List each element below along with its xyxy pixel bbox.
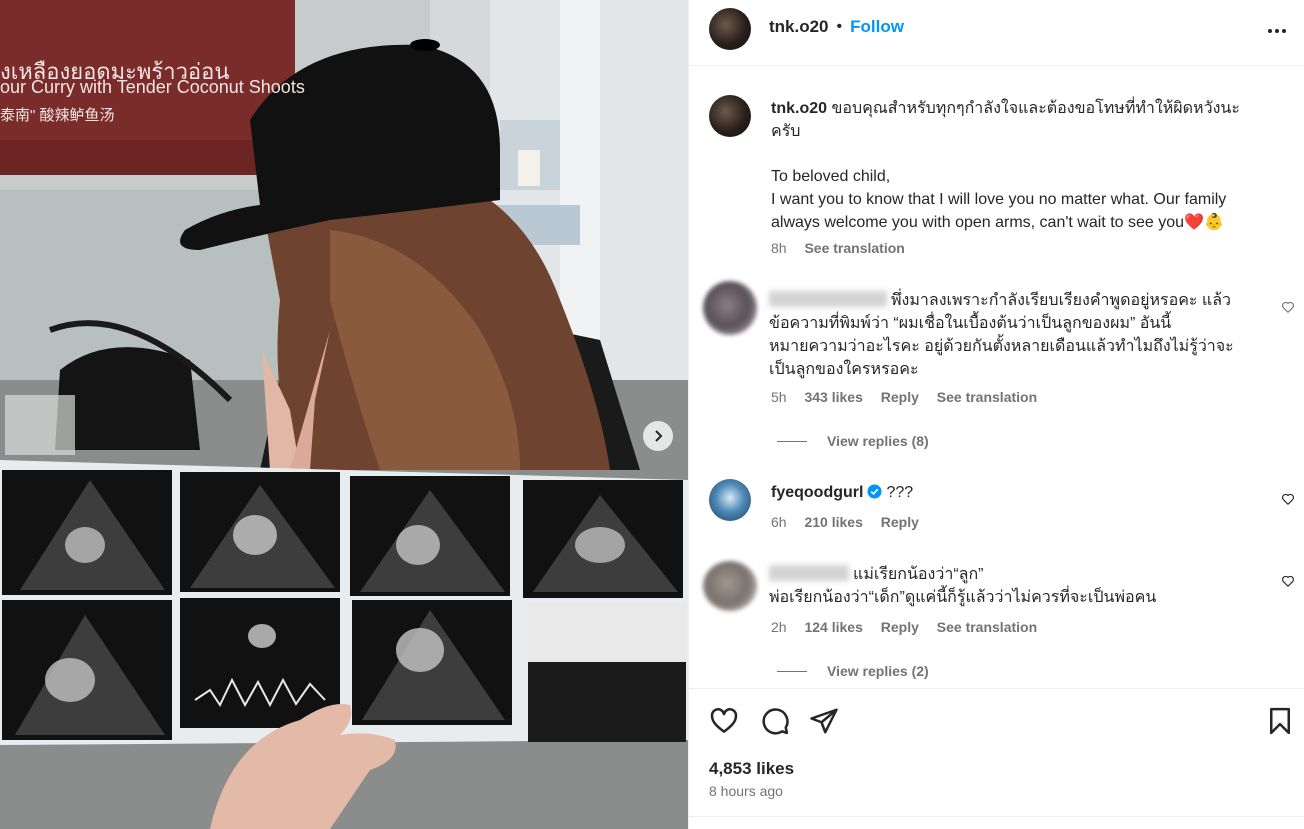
- comment1-text: พึ่งมาลงเพราะกำลังเรียบเรียงคำพูดอยู่หรอ…: [769, 289, 1269, 381]
- comment3-meta: 2h 124 likes Reply See translation: [771, 619, 1051, 635]
- comment2-body: ???: [886, 484, 914, 501]
- comment3-view-replies[interactable]: View replies (2): [777, 663, 929, 679]
- comment3-avatar[interactable]: [703, 561, 757, 611]
- sign-chinese-text: 泰南" 酸辣鲈鱼汤: [0, 107, 115, 124]
- caption-en-line1: To beloved child,: [771, 168, 891, 185]
- comment1-time: 5h: [771, 389, 787, 405]
- comment2-heart-icon[interactable]: [1281, 492, 1295, 506]
- comment3-line1: แม่เรียกน้องว่า“ลูก”: [853, 566, 984, 583]
- comment2-username[interactable]: fyeqoodgurl: [771, 484, 863, 501]
- comment2-time: 6h: [771, 514, 787, 530]
- comment1-view-replies[interactable]: View replies (8): [777, 433, 929, 449]
- follow-button[interactable]: Follow: [850, 17, 904, 37]
- replies-divider: [777, 440, 807, 442]
- post-time-ago[interactable]: 8 hours ago: [709, 783, 783, 799]
- comment1-view-replies-label: View replies (8): [827, 433, 929, 449]
- comment1-likes[interactable]: 343 likes: [804, 389, 862, 405]
- comment2-avatar[interactable]: [709, 479, 751, 521]
- share-icon[interactable]: [809, 706, 839, 736]
- comment1-line2: ข้อความที่พิมพ์ว่า “ผมเชื่อในเบื้องต้นว่…: [769, 315, 1172, 332]
- bookmark-icon[interactable]: [1265, 706, 1295, 736]
- heart-icon[interactable]: [709, 706, 739, 736]
- caption-en-line3: always welcome you with open arms, can't…: [771, 214, 1185, 231]
- comment2-reply-button[interactable]: Reply: [881, 514, 919, 530]
- comment1-avatar[interactable]: [703, 281, 757, 335]
- post-header: tnk.o20 • Follow: [689, 0, 1304, 66]
- caption: tnk.o20 ขอบคุณสำหรับทุกๆกำลังใจและต้องขอ…: [771, 97, 1291, 234]
- post-media[interactable]: งเหลืองยอดมะพร้าวอ่อน our Curry with Ten…: [0, 0, 688, 829]
- chevron-right-icon: [655, 430, 663, 442]
- post-actions: 4,853 likes 8 hours ago: [689, 688, 1304, 829]
- header-author-row: tnk.o20 • Follow: [769, 17, 904, 37]
- comment3-time: 2h: [771, 619, 787, 635]
- divider: [689, 816, 1304, 817]
- sign-english-text: our Curry with Tender Coconut Shoots: [0, 77, 305, 97]
- comment2-likes[interactable]: 210 likes: [804, 514, 862, 530]
- caption-avatar[interactable]: [709, 95, 751, 137]
- caption-thai-line1: ขอบคุณสำหรับทุกๆกำลังใจและต้องขอโทษที่ทำ…: [831, 100, 1240, 117]
- comment1-username-blurred[interactable]: [769, 291, 887, 307]
- comment3-see-translation[interactable]: See translation: [937, 619, 1037, 635]
- caption-time: 8h: [771, 240, 787, 256]
- comment3-line2: พ่อเรียกน้องว่า“เด็ก”ดูแค่นี้ก็รู้แล้วว่…: [769, 589, 1157, 606]
- comment1-see-translation[interactable]: See translation: [937, 389, 1037, 405]
- post-likes-count[interactable]: 4,853 likes: [709, 759, 794, 779]
- comment-icon[interactable]: [760, 706, 790, 736]
- post-side-panel: tnk.o20 • Follow tnk.o20 ขอบคุณสำหรับทุก…: [688, 0, 1304, 829]
- next-image-button[interactable]: [643, 421, 673, 451]
- comment1-line4: เป็นลูกของใครหรอคะ: [769, 361, 919, 378]
- caption-see-translation[interactable]: See translation: [804, 240, 904, 256]
- comment1-line3: หมายความว่าอะไรคะ อยู่ด้วยกันตั้งหลายเดื…: [769, 338, 1234, 355]
- comment1-line1: พึ่งมาลงเพราะกำลังเรียบเรียงคำพูดอยู่หรอ…: [891, 292, 1232, 309]
- caption-thai-line2: ครับ: [771, 123, 801, 140]
- comment3-reply-button[interactable]: Reply: [881, 619, 919, 635]
- comment1-heart-icon[interactable]: [1281, 300, 1295, 314]
- comment3-heart-icon[interactable]: [1281, 574, 1295, 588]
- caption-emoji: ❤️👶: [1184, 214, 1224, 231]
- comment1-reply-button[interactable]: Reply: [881, 389, 919, 405]
- caption-meta: 8h See translation: [771, 240, 919, 256]
- comments-list[interactable]: tnk.o20 ขอบคุณสำหรับทุกๆกำลังใจและต้องขอ…: [689, 67, 1304, 687]
- author-username[interactable]: tnk.o20: [769, 17, 829, 37]
- comment3-username-blurred[interactable]: [769, 565, 849, 581]
- comment2-meta: 6h 210 likes Reply: [771, 514, 933, 530]
- comment2-text: fyeqoodgurl???: [771, 481, 913, 504]
- caption-en-line2: I want you to know that I will love you …: [771, 191, 1227, 208]
- replies-divider: [777, 670, 807, 672]
- comment1-meta: 5h 343 likes Reply See translation: [771, 389, 1051, 405]
- comment3-text: แม่เรียกน้องว่า“ลูก” พ่อเรียกน้องว่า“เด็…: [769, 563, 1269, 609]
- separator-dot: •: [836, 18, 843, 35]
- verified-badge-icon: [867, 484, 882, 499]
- caption-username[interactable]: tnk.o20: [771, 100, 827, 117]
- author-avatar[interactable]: [709, 8, 751, 50]
- comment3-view-replies-label: View replies (2): [827, 663, 929, 679]
- more-options-icon[interactable]: [1265, 19, 1289, 43]
- comment3-likes[interactable]: 124 likes: [804, 619, 862, 635]
